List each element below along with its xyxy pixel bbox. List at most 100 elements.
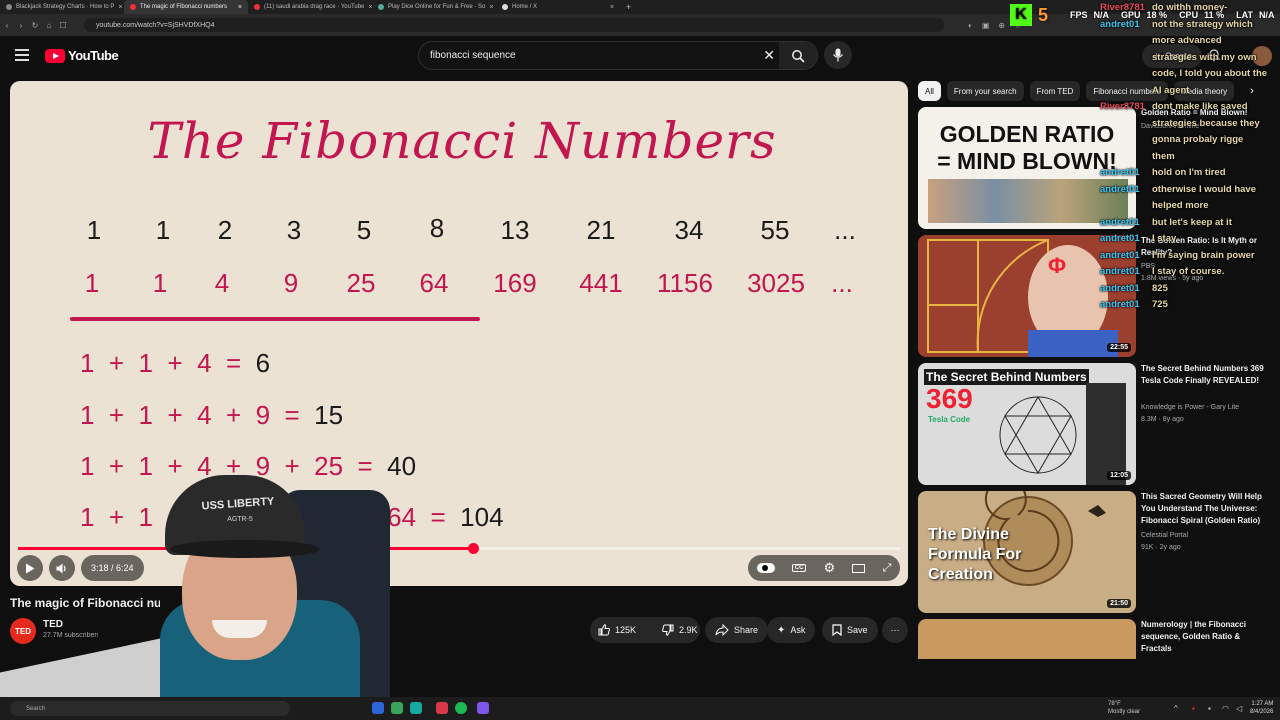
taskbar-search-label: Search [26,705,46,712]
slide-underline [70,317,480,321]
related-video-card[interactable]: The Divine Formula For Creation 21:50 Th… [918,491,1268,613]
more-dots-icon: ⋯ [890,624,900,635]
tab-favicon-icon [502,4,508,10]
volume-tray-icon[interactable]: ◁ [1236,704,1242,713]
chat-text: do withh money- [1152,2,1228,13]
tray-app-icon[interactable]: ▪ [1208,704,1211,713]
weather-desc: Mostly clear [1108,709,1141,715]
equation-result: 6 [255,348,271,378]
fib-number: 8 [429,213,445,243]
captions-icon[interactable]: CC [791,564,807,572]
share-button[interactable]: Share [705,617,769,643]
bookmark-icon[interactable]: ☐ [56,21,70,30]
browser-tab-3[interactable]: Play Dice Online for Fun & Free · So × [372,0,496,14]
chat-message: andret01 not the strategy which [1100,19,1253,30]
like-dislike-group: 125K 2.9K [590,617,700,643]
chat-text: AI agent [1152,84,1190,96]
ask-button[interactable]: ✦ Ask [767,617,816,643]
thumbnail-image [928,179,1128,223]
square-number: 169 [493,268,537,298]
taskbar-app-icon[interactable] [436,702,448,714]
wifi-icon[interactable]: ◠ [1222,704,1229,713]
voice-search-button[interactable] [824,41,852,69]
square-number: 441 [579,268,623,298]
zoom-icon[interactable]: ⊕ [998,21,1005,30]
more-actions-button[interactable]: ⋯ [882,617,908,643]
chat-text: gonna probaly rigge [1152,134,1244,145]
chat-text: more advanced [1152,35,1222,46]
browser-tab-4[interactable]: Home / X × [496,0,620,14]
autoplay-toggle-icon[interactable] [756,563,775,573]
taskbar-app-icon[interactable] [477,702,489,714]
channel-name[interactable]: TED [43,619,63,630]
video-thumbnail[interactable]: The Secret Behind Numbers 369 Tesla Code… [918,363,1136,485]
tab-label: Home / X [512,4,538,10]
close-tab-icon[interactable]: × [610,4,614,11]
chat-message: andret01 I stay [1100,233,1176,244]
browser-tab-0[interactable]: Blackjack Strategy Charts · How to P × [0,0,124,14]
chat-text: I'm saying brain power [1152,249,1255,261]
webcam-overlay: USS LIBERTY AGTR-5 [0,470,400,720]
search-button[interactable] [779,42,817,69]
chip-all[interactable]: All [918,81,941,101]
fullscreen-icon[interactable]: ⤢ [883,562,892,575]
clock-date: 8/4/2026 [1250,709,1274,715]
forward-icon[interactable]: › [14,21,28,30]
chip-from-ted[interactable]: From TED [1029,81,1081,101]
equation-result: 15 [314,400,344,430]
spotify-icon[interactable] [455,702,467,714]
fib-number: 34 [674,215,704,245]
home-icon[interactable]: ⌂ [42,21,56,30]
bookmark-save-icon [832,624,842,636]
youtube-logo[interactable]: YouTube [45,48,119,63]
logo-text: YouTube [68,48,119,63]
related-video-card[interactable]: The Secret Behind Numbers 369 Tesla Code… [918,363,1268,485]
extension-icon[interactable]: ◐ [968,21,973,30]
taskbar-search[interactable]: Search [10,701,290,716]
weather-temp: 78°F [1108,701,1121,707]
tray-chevron-icon[interactable]: ^ [1174,704,1178,713]
taskbar-clock[interactable]: 1:27 AM 8/4/2026 [1250,700,1273,716]
taskbar-app-icon[interactable] [410,702,422,714]
like-button[interactable]: 125K [590,617,644,643]
channel-avatar[interactable]: TED [10,618,36,644]
save-button[interactable]: Save [822,617,878,643]
taskbar-app-icon[interactable] [391,702,403,714]
fib-number: 55 [760,215,790,245]
fib-number: 1 [86,215,102,245]
extension-icon[interactable]: ▣ [982,21,990,30]
hamburger-menu-icon[interactable] [15,49,29,61]
microphone-icon [833,48,843,62]
close-tab-icon[interactable]: × [238,4,242,11]
address-bar[interactable]: youtube.com/watch?v=SjSHVDfXHQ4 [84,18,944,32]
thumbnail-text: The Divine Formula For Creation [928,526,1022,583]
settings-gear-icon[interactable]: ⚙ [824,560,836,576]
dislike-button[interactable]: 2.9K [654,617,706,643]
chip-from-search[interactable]: From your search [946,81,1024,101]
tab-label: (11) saudi arabia drag race · YouTube [264,4,365,10]
related-video-card[interactable]: Numerology | the Fibonacci sequence, Gol… [918,619,1268,659]
reload-icon[interactable]: ↻ [28,21,42,30]
tray-app-icon[interactable]: ▪ [1192,704,1195,713]
close-tab-icon[interactable]: × [489,4,493,11]
search-input[interactable]: fibonacci sequence ✕ [418,41,818,70]
related-video-channel: Celestial Portal [1141,532,1189,539]
chat-text: 825 [1152,282,1168,294]
clear-search-icon[interactable]: ✕ [763,47,775,64]
taskbar-app-icon[interactable] [372,702,384,714]
weather-widget[interactable]: 78°F Mostly clear [1108,700,1140,716]
tab-label: Play Dice Online for Fun & Free · So [388,4,486,10]
new-tab-button[interactable]: + [620,2,637,12]
chips-next-chevron-icon[interactable]: › [1242,81,1262,101]
video-thumbnail[interactable] [918,619,1136,659]
thumbs-down-icon [662,624,674,636]
theater-mode-icon[interactable] [852,563,866,573]
browser-tab-1[interactable]: The magic of Fibonacci numbers × [124,0,248,14]
square-number: 64 [419,268,449,298]
related-video-title: The Secret Behind Numbers 369 Tesla Code… [1141,364,1264,385]
back-icon[interactable]: ‹ [0,21,14,30]
video-thumbnail[interactable]: The Divine Formula For Creation 21:50 [918,491,1136,613]
related-filter-chips: All From your search From TED Fibonacci … [918,81,1268,101]
close-tab-icon[interactable]: × [118,4,122,11]
browser-tab-2[interactable]: (11) saudi arabia drag race · YouTube × [248,0,372,14]
